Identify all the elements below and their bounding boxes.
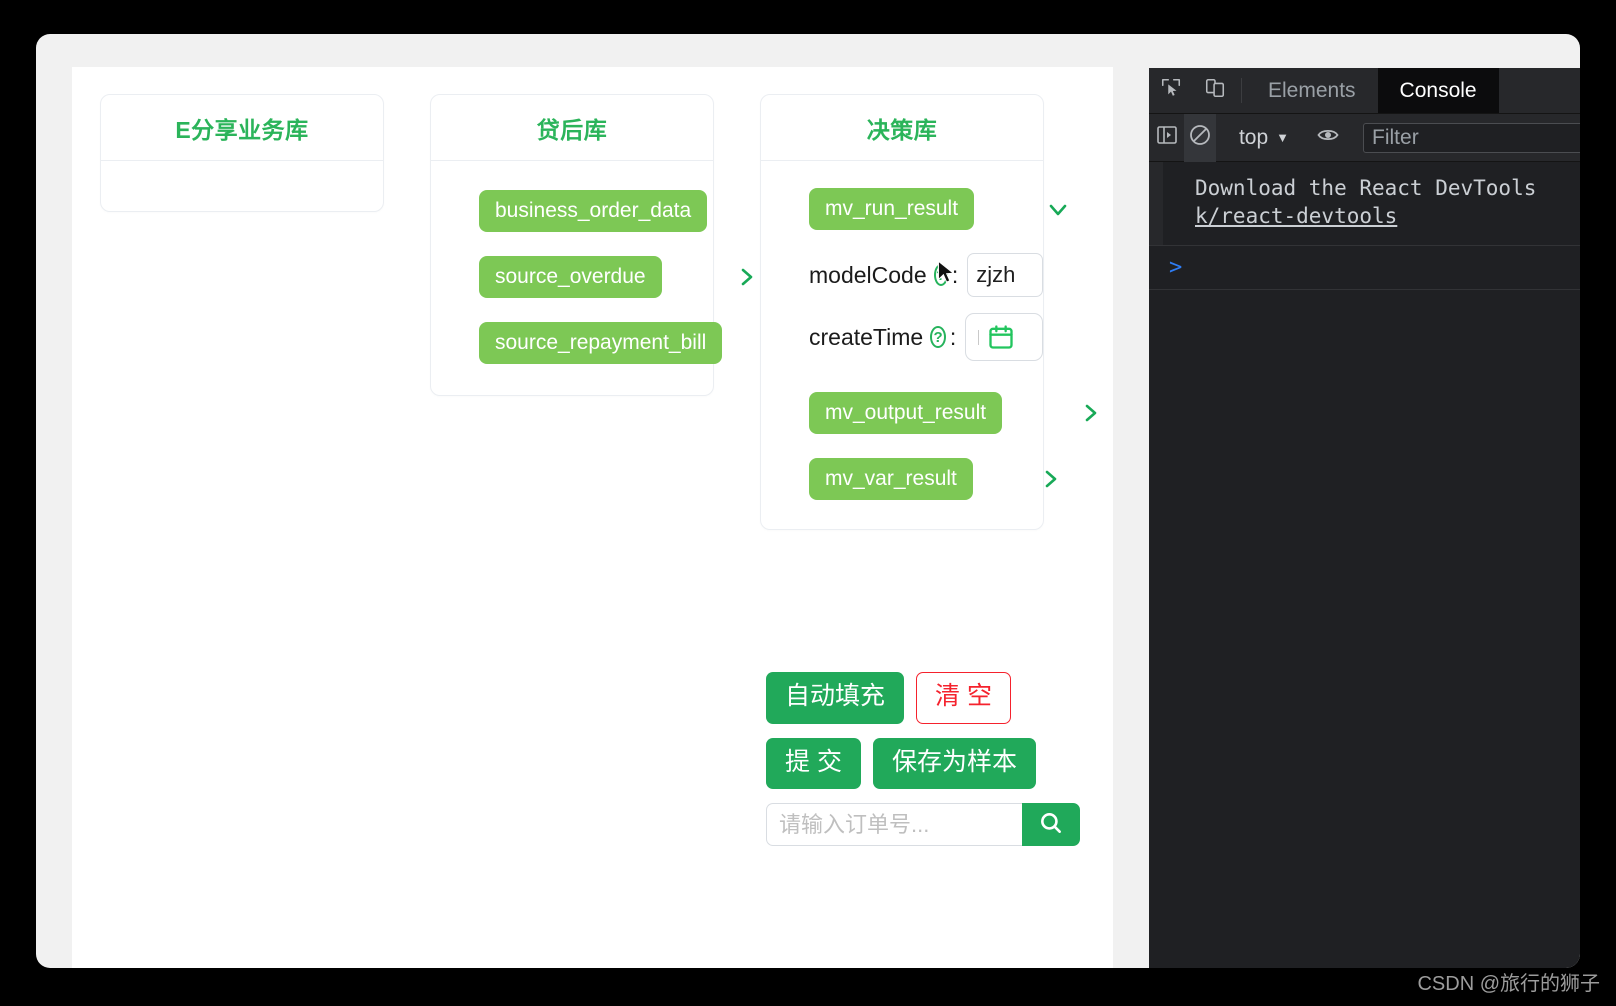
card-title: 决策库 [866,117,938,143]
card-e-share-business-db: E分享业务库 [100,94,384,212]
field-colon: : [949,323,957,350]
card-body: mv_run_result modelCode ? : zjzh createT… [761,161,1097,529]
inspect-cursor-icon [1160,77,1182,104]
page-viewport: E分享业务库 贷后库 business_order_data source_ov… [72,67,1113,968]
tab-elements[interactable]: Elements [1246,68,1378,113]
console-output: Download the React DevTools k/react-devt… [1149,162,1580,290]
execution-context-selector[interactable]: top ▼ [1225,126,1303,150]
tag-source-overdue[interactable]: source_overdue [479,256,662,298]
calendar-icon [987,323,1015,351]
sidebar-panel-icon [1155,123,1179,152]
message-gutter [1149,162,1163,245]
tag-row-mv-run-result: mv_run_result [761,187,1067,231]
devtools-console-toolbar: top ▼ [1149,113,1580,162]
action-button-group: 自动填充 清 空 提 交 保存为样本 [766,672,1080,846]
field-model-code: modelCode ? : zjzh [761,253,1043,297]
card-decision-db: 决策库 mv_run_result modelCode ?: zjzh cre… [760,94,1097,530]
execution-context-label: top [1238,125,1269,149]
field-label-create-time: createTime [809,323,924,350]
button-row-1: 自动填充 清 空 [766,672,1080,724]
create-time-date-picker[interactable] [965,313,1043,361]
console-sidebar-toggle-button[interactable] [1151,114,1184,162]
model-code-input[interactable]: zjzh [967,253,1043,297]
order-search-input[interactable] [766,803,1022,846]
chevron-right-icon[interactable] [1037,466,1063,492]
console-prompt-row[interactable]: > [1149,246,1580,290]
tag-mv-output-result[interactable]: mv_output_result [809,392,1003,434]
tag-business-order-data[interactable]: business_order_data [479,190,708,232]
prompt-arrow-icon: > [1169,254,1183,280]
tag-mv-run-result[interactable]: mv_run_result [809,188,975,230]
tab-console[interactable]: Console [1377,68,1499,113]
tag-row-source-repayment-bill: source_repayment_bill [431,321,723,365]
order-search-row [766,803,1080,846]
card-body: business_order_data source_overdue sourc… [431,161,753,395]
save-as-sample-button[interactable]: 保存为样本 [872,737,1036,789]
live-expression-button[interactable] [1312,114,1345,162]
tag-row-business-order-data: business_order_data [431,189,713,233]
auto-fill-button[interactable]: 自动填充 [766,672,905,724]
search-button[interactable] [1022,803,1080,846]
no-entry-icon [1188,123,1212,152]
console-message: Download the React DevTools k/react-devt… [1149,162,1580,246]
tag-row-mv-var-result: mv_var_result [761,457,1057,501]
button-row-2: 提 交 保存为样本 [766,737,1080,789]
device-toolbar-toggle-button[interactable] [1193,68,1237,113]
toolbar-divider [1241,78,1242,103]
tag-row-source-overdue: source_overdue [431,255,753,299]
field-colon: : [951,261,959,288]
database-cards-row: E分享业务库 贷后库 business_order_data source_ov… [100,94,1097,530]
watermark: CSDN @旅行的狮子 [1417,973,1600,995]
card-post-loan-db: 贷后库 business_order_data source_overdue s… [430,94,753,396]
chevron-right-icon[interactable] [1077,400,1103,426]
card-title: E分享业务库 [175,117,309,143]
submit-button[interactable]: 提 交 [766,737,861,789]
tag-mv-var-result[interactable]: mv_var_result [809,458,973,500]
chevron-down-icon: ▼ [1276,130,1290,145]
console-message-text: Download the React DevTools [1195,176,1537,200]
eye-icon [1316,123,1340,152]
field-label-model-code: modelCode [809,261,927,288]
search-icon [1038,810,1064,839]
browser-window: E分享业务库 贷后库 business_order_data source_ov… [36,34,1580,968]
device-toggle-icon [1204,77,1226,104]
inspect-element-button[interactable] [1149,68,1193,113]
help-circle-icon[interactable]: ? [933,264,948,286]
devtools-tabbar: Elements Console [1149,68,1580,114]
card-header: E分享业务库 [101,95,383,161]
card-title: 贷后库 [536,117,608,143]
chevron-right-icon[interactable] [733,264,759,290]
devtools-panel: Elements Console top ▼ Filter Download t… [1149,68,1580,968]
field-create-time: createTime ? : [761,313,1043,361]
chevron-down-icon[interactable] [1045,196,1071,222]
card-body [101,161,383,211]
tag-source-repayment-bill[interactable]: source_repayment_bill [479,322,723,364]
console-message-link[interactable]: k/react-devtools [1195,202,1580,230]
card-header: 决策库 [761,95,1043,161]
card-header: 贷后库 [431,95,713,161]
help-circle-icon[interactable]: ? [930,326,946,348]
tag-row-mv-output-result: mv_output_result [761,391,1097,435]
clear-button[interactable]: 清 空 [916,672,1011,724]
console-filter-input[interactable] [1363,122,1580,153]
clear-console-button[interactable] [1183,113,1217,162]
text-caret [978,329,980,345]
screen: E分享业务库 贷后库 business_order_data source_ov… [0,0,1616,1006]
